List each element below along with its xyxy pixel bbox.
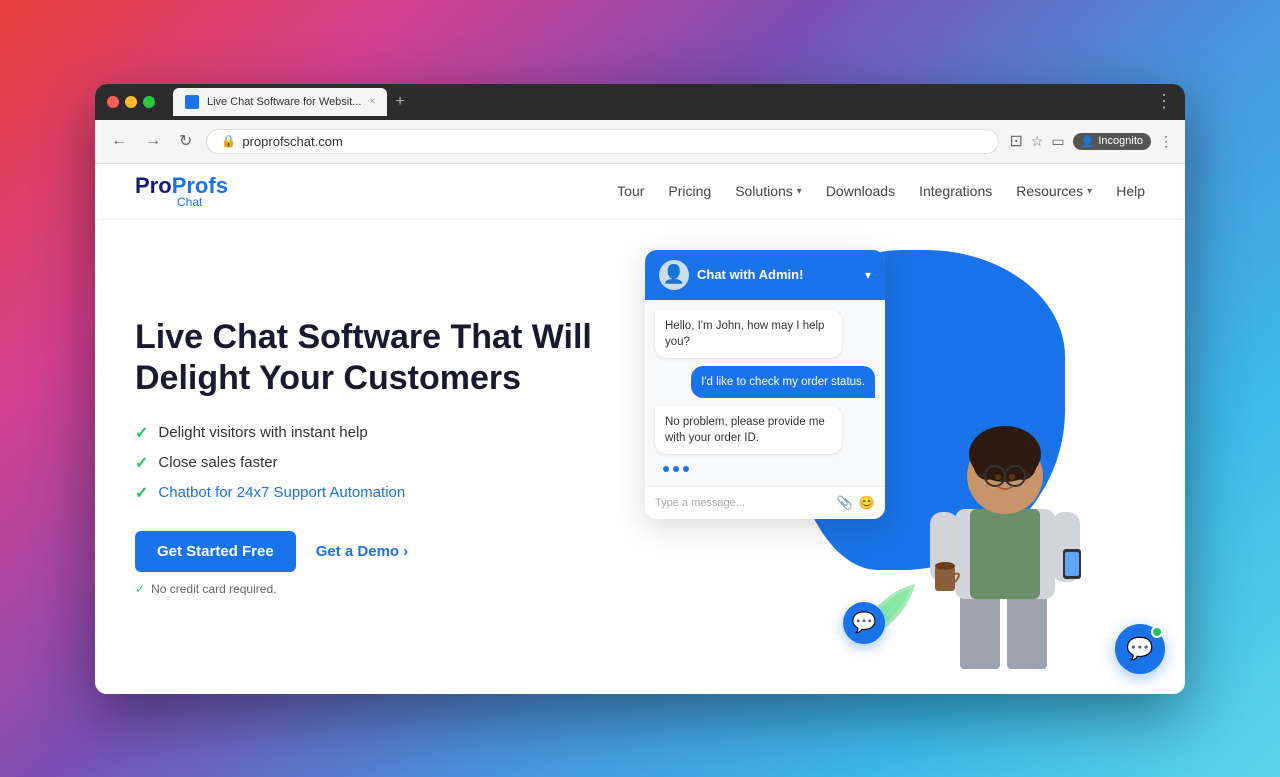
window-controls[interactable]: ⋮ — [1155, 91, 1173, 112]
solutions-dropdown-arrow: ▾ — [797, 186, 802, 197]
chat-message-1: Hello, I'm John, how may I help you? — [655, 310, 842, 358]
split-view-icon: ▭ — [1051, 133, 1064, 150]
admin-avatar: 👤 — [659, 260, 689, 290]
tab-label: Live Chat Software for Websit... — [207, 96, 361, 108]
resources-dropdown-arrow: ▾ — [1087, 186, 1092, 197]
nav-downloads[interactable]: Downloads — [826, 183, 895, 199]
incognito-icon: 👤 — [1081, 135, 1095, 148]
chatbot-link[interactable]: Chatbot for 24x7 Support Automation — [158, 484, 405, 501]
no-credit-card-note: ✓ No credit card required. — [135, 582, 615, 596]
nav-solutions[interactable]: Solutions ▾ — [735, 183, 802, 199]
speech-bubble-icon: 💬 — [852, 610, 877, 635]
new-tab-button[interactable]: + — [395, 93, 404, 111]
logo-pro-text: Pro — [135, 173, 172, 198]
chat-input-bar[interactable]: Type a message... 📎 😊 — [645, 486, 885, 519]
feature-item-2: ✓ Close sales faster — [135, 453, 615, 473]
demo-arrow-icon: › — [403, 543, 408, 560]
online-indicator — [1151, 626, 1163, 638]
tab-favicon — [185, 95, 199, 109]
attachment-icon[interactable]: 📎 — [837, 495, 853, 511]
address-bar: ← → ↻ 🔒 proprofschat.com ⊡ ☆ ▭ 👤 Incogni… — [95, 120, 1185, 164]
get-demo-link[interactable]: Get a Demo › — [316, 543, 408, 560]
menu-icon[interactable]: ⋮ — [1159, 133, 1173, 150]
nav-tour[interactable]: Tour — [617, 183, 644, 199]
nav-integrations[interactable]: Integrations — [919, 183, 992, 199]
typing-dot-2 — [673, 466, 679, 472]
chat-message-2: I'd like to check my order status. — [691, 366, 875, 398]
feature-list: ✓ Delight visitors with instant help ✓ C… — [135, 423, 615, 503]
check-icon-3: ✓ — [135, 483, 148, 503]
chat-header-title: Chat with Admin! — [697, 267, 803, 282]
site-logo[interactable]: ProProfs Chat — [135, 173, 228, 209]
typing-dot-1 — [663, 466, 669, 472]
browser-window: Live Chat Software for Websit... × + ⋮ ←… — [95, 84, 1185, 694]
hero-right: 👤 Chat with Admin! ▾ Hello, I'm John, ho… — [615, 240, 1145, 674]
chat-widget[interactable]: 👤 Chat with Admin! ▾ Hello, I'm John, ho… — [645, 250, 885, 519]
title-bar: Live Chat Software for Websit... × + ⋮ — [95, 84, 1185, 120]
person-illustration — [905, 404, 1105, 684]
nav-pricing[interactable]: Pricing — [668, 183, 711, 199]
cast-icon: ⊡ — [1009, 131, 1022, 151]
emoji-icon[interactable]: 😊 — [859, 495, 875, 511]
site-nav: ProProfs Chat Tour Pricing Solutions ▾ D… — [95, 164, 1185, 220]
chat-messages: Hello, I'm John, how may I help you? I'd… — [645, 300, 885, 486]
nav-resources[interactable]: Resources ▾ — [1016, 183, 1092, 199]
chat-input-placeholder[interactable]: Type a message... — [655, 497, 831, 509]
forward-button[interactable]: → — [141, 128, 165, 154]
nav-links: Tour Pricing Solutions ▾ Downloads Integ… — [617, 183, 1145, 199]
traffic-lights — [107, 96, 155, 108]
bookmark-icon[interactable]: ☆ — [1031, 133, 1044, 150]
check-icon-2: ✓ — [135, 453, 148, 473]
url-text: proprofschat.com — [242, 134, 342, 149]
chat-expand-icon[interactable]: ▾ — [865, 268, 871, 282]
hero-left: Live Chat Software That Will Delight You… — [135, 317, 615, 596]
hero-title: Live Chat Software That Will Delight You… — [135, 317, 615, 399]
address-actions: ⊡ ☆ ▭ 👤 Incognito ⋮ — [1009, 131, 1173, 151]
hero-section: Live Chat Software That Will Delight You… — [95, 220, 1185, 694]
incognito-label: Incognito — [1098, 135, 1143, 147]
lock-icon: 🔒 — [221, 134, 236, 148]
active-tab[interactable]: Live Chat Software for Websit... × — [173, 88, 387, 116]
check-icon-1: ✓ — [135, 423, 148, 443]
small-chat-bubble: 💬 — [843, 602, 885, 644]
floating-chat-icon: 💬 — [1126, 636, 1153, 662]
chat-message-3: No problem, please provide me with your … — [655, 406, 842, 454]
chat-widget-header: 👤 Chat with Admin! ▾ — [645, 250, 885, 300]
minimize-traffic-light[interactable] — [125, 96, 137, 108]
nav-help[interactable]: Help — [1116, 183, 1145, 199]
floating-chat-button[interactable]: 💬 — [1115, 624, 1165, 674]
typing-dot-3 — [683, 466, 689, 472]
feature-item-3: ✓ Chatbot for 24x7 Support Automation — [135, 483, 615, 503]
tab-bar: Live Chat Software for Websit... × + — [173, 88, 1147, 116]
logo-chat-text: Chat — [177, 195, 202, 209]
typing-indicator — [655, 462, 697, 476]
back-button[interactable]: ← — [107, 128, 131, 154]
incognito-badge: 👤 Incognito — [1073, 133, 1151, 150]
website-content: ProProfs Chat Tour Pricing Solutions ▾ D… — [95, 164, 1185, 694]
cta-row: Get Started Free Get a Demo › — [135, 531, 615, 572]
no-cc-check-icon: ✓ — [135, 582, 145, 596]
feature-item-1: ✓ Delight visitors with instant help — [135, 423, 615, 443]
fullscreen-traffic-light[interactable] — [143, 96, 155, 108]
tab-close-button[interactable]: × — [369, 96, 375, 107]
chat-header-left: 👤 Chat with Admin! — [659, 260, 803, 290]
reload-button[interactable]: ↻ — [175, 127, 196, 155]
close-traffic-light[interactable] — [107, 96, 119, 108]
url-bar[interactable]: 🔒 proprofschat.com — [206, 129, 999, 154]
get-started-button[interactable]: Get Started Free — [135, 531, 296, 572]
person-svg — [915, 404, 1095, 684]
